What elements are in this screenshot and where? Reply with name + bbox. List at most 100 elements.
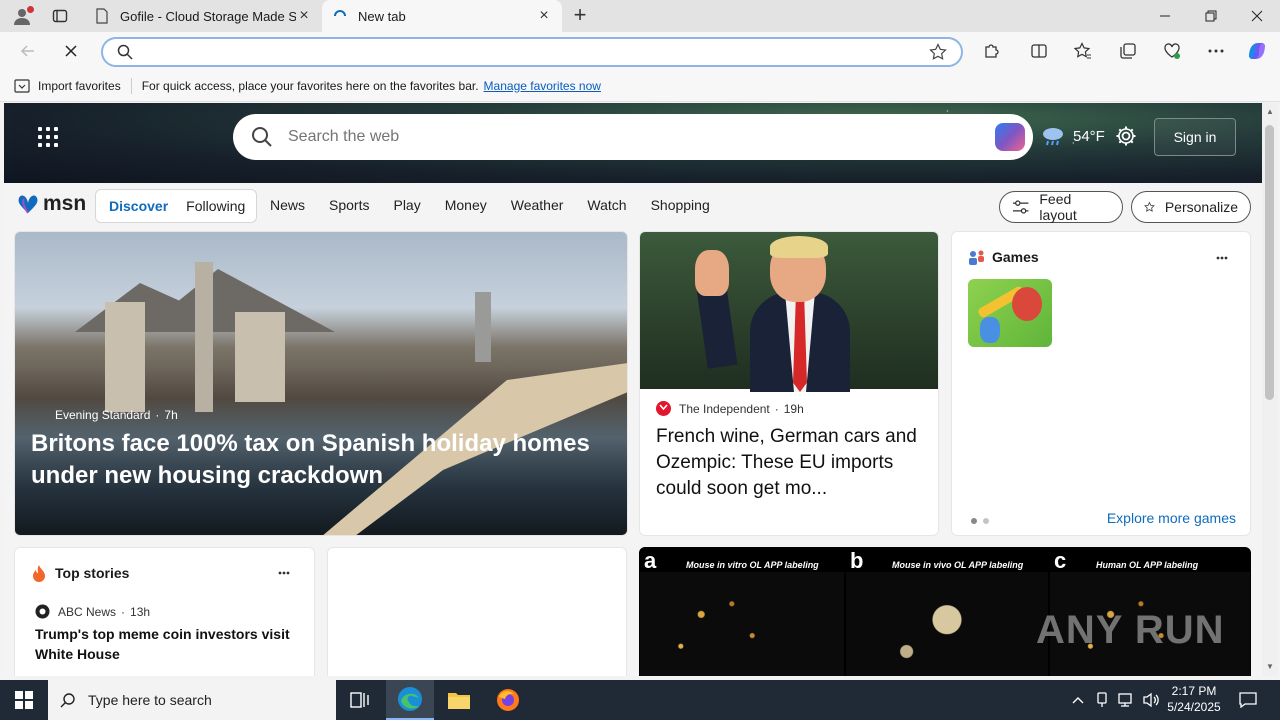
tab-close-button[interactable]: × xyxy=(536,8,552,24)
page-icon xyxy=(96,8,108,24)
category-watch[interactable]: Watch xyxy=(587,197,626,213)
story-source: Evening Standard · 7h xyxy=(55,408,178,422)
msn-nav: msn Discover Following News Sports Play … xyxy=(4,183,1262,229)
search-icon xyxy=(252,127,272,147)
story-image xyxy=(640,232,938,392)
network-button[interactable] xyxy=(1114,680,1138,720)
source-name: Evening Standard xyxy=(55,408,151,422)
taskbar-search-box[interactable]: Type here to search xyxy=(48,680,336,720)
category-play[interactable]: Play xyxy=(393,197,420,213)
weather-widget[interactable]: 54°F xyxy=(1041,125,1105,147)
apps-launcher-icon[interactable] xyxy=(38,127,58,147)
hero-story-card[interactable]: Evening Standard · 7h Britons face 100% … xyxy=(14,231,628,536)
carousel-dot[interactable] xyxy=(983,518,989,524)
profile-button[interactable] xyxy=(8,4,36,28)
minimize-button[interactable] xyxy=(1142,0,1188,32)
restore-icon xyxy=(1205,10,1217,22)
anyrun-watermark: ANY RUN xyxy=(1036,608,1225,652)
import-favorites-label: Import favorites xyxy=(38,78,121,93)
news-story-card[interactable]: The Independent · 19h French wine, Germa… xyxy=(639,231,939,536)
story-headline[interactable]: French wine, German cars and Ozempic: Th… xyxy=(656,424,928,502)
favorite-star-icon[interactable] xyxy=(929,43,947,61)
import-favorites-button[interactable]: Import favorites xyxy=(14,79,121,93)
address-bar[interactable] xyxy=(101,37,963,67)
msn-logo[interactable]: msn xyxy=(16,192,86,216)
taskbar-edge-button[interactable] xyxy=(386,680,434,720)
more-horizontal-icon[interactable] xyxy=(1216,256,1228,260)
msn-butterfly-icon xyxy=(18,195,38,214)
more-horizontal-icon[interactable] xyxy=(278,571,290,575)
tab-close-button[interactable]: × xyxy=(296,8,312,24)
arrow-left-icon xyxy=(20,45,34,57)
tray-device-icon[interactable] xyxy=(1092,680,1112,720)
category-shopping[interactable]: Shopping xyxy=(651,197,710,213)
tab-discover[interactable]: Discover xyxy=(100,198,177,214)
category-money[interactable]: Money xyxy=(445,197,487,213)
feed-layout-button[interactable]: Feed layout xyxy=(999,191,1123,223)
category-news[interactable]: News xyxy=(270,197,305,213)
taskbar: Type here to search 2:17 PM 5/24/2025 xyxy=(0,680,1280,720)
page-scrollbar[interactable]: ▲ ▼ xyxy=(1262,103,1278,676)
close-window-button[interactable] xyxy=(1234,0,1280,32)
top-stories-card: Top stories ABC News · 13h Trump's top m… xyxy=(14,547,315,676)
scrollbar-thumb[interactable] xyxy=(1265,125,1274,400)
extensions-button[interactable] xyxy=(978,39,1004,63)
sign-in-button[interactable]: Sign in xyxy=(1154,118,1236,156)
story-headline[interactable]: Trump's top meme coin investors visit Wh… xyxy=(35,624,300,664)
copilot-search-icon[interactable] xyxy=(995,123,1025,151)
favorites-button[interactable] xyxy=(1070,39,1096,63)
manage-favorites-link[interactable]: Manage favorites now xyxy=(484,79,601,93)
image-detail xyxy=(770,236,828,258)
tab-title: New tab xyxy=(358,8,406,24)
task-view-icon xyxy=(350,692,369,708)
show-hidden-icons-button[interactable] xyxy=(1068,680,1088,720)
feed-layout-label: Feed layout xyxy=(1039,191,1077,223)
volume-button[interactable] xyxy=(1140,680,1162,720)
tab-following[interactable]: Following xyxy=(177,198,254,214)
gear-icon[interactable] xyxy=(1115,125,1137,147)
scroll-up-arrow[interactable]: ▲ xyxy=(1265,107,1275,117)
tab-gofile[interactable]: Gofile - Cloud Storage Made Sim × xyxy=(84,0,322,32)
web-search-input[interactable] xyxy=(288,126,928,148)
system-clock[interactable]: 2:17 PM 5/24/2025 xyxy=(1160,683,1228,715)
carousel-dot-active[interactable] xyxy=(971,518,977,524)
settings-more-button[interactable] xyxy=(1203,39,1229,63)
explore-more-games-link[interactable]: Explore more games xyxy=(1107,510,1236,526)
taskbar-firefox-button[interactable] xyxy=(484,680,532,720)
image-detail xyxy=(475,292,491,362)
scroll-down-arrow[interactable]: ▼ xyxy=(1265,662,1275,672)
stop-loading-button[interactable] xyxy=(57,37,85,65)
panel-caption: Human OL APP labeling xyxy=(1096,560,1199,570)
games-title: Games xyxy=(992,249,1039,265)
usb-device-icon xyxy=(1097,692,1107,707)
new-tab-button[interactable]: + xyxy=(568,4,592,28)
firefox-icon xyxy=(497,689,519,711)
task-view-button[interactable] xyxy=(336,680,384,720)
personalize-button[interactable]: Personalize xyxy=(1131,191,1251,223)
category-sports[interactable]: Sports xyxy=(329,197,369,213)
copilot-button[interactable] xyxy=(1244,39,1270,63)
collections-button[interactable] xyxy=(1115,39,1141,63)
close-icon xyxy=(65,45,77,57)
placeholder-card xyxy=(327,547,627,676)
tab-new-tab[interactable]: New tab × xyxy=(322,0,562,32)
start-button[interactable] xyxy=(0,680,48,720)
game-thumbnail[interactable] xyxy=(968,279,1052,347)
restore-button[interactable] xyxy=(1188,0,1234,32)
address-input[interactable] xyxy=(143,43,923,63)
story-source: ABC News · 13h xyxy=(35,604,150,619)
notifications-button[interactable] xyxy=(1234,680,1262,720)
web-search-box[interactable] xyxy=(233,114,1033,160)
taskbar-search-placeholder: Type here to search xyxy=(88,692,212,708)
msn-logo-text: msn xyxy=(43,192,87,215)
weather-temperature: 54°F xyxy=(1073,127,1105,145)
browser-essentials-button[interactable] xyxy=(1159,39,1185,63)
source-name: The Independent xyxy=(679,401,770,416)
taskbar-file-explorer-button[interactable] xyxy=(435,680,483,720)
tab-actions-button[interactable] xyxy=(44,4,76,28)
back-button[interactable] xyxy=(14,37,42,65)
hero-headline[interactable]: Britons face 100% tax on Spanish holiday… xyxy=(31,428,591,492)
games-icon xyxy=(969,250,984,265)
category-weather[interactable]: Weather xyxy=(511,197,564,213)
split-screen-button[interactable] xyxy=(1026,39,1052,63)
